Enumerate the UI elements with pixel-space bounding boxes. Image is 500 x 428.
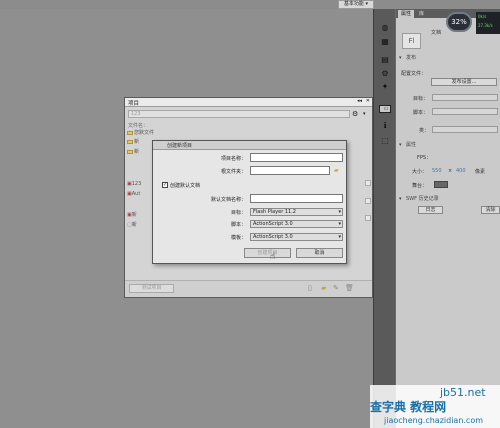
swf-history-header[interactable]: SWF 历史记录 xyxy=(396,196,500,203)
tree-item[interactable]: 您默文件 xyxy=(127,129,154,137)
watermark-site: jb51.net xyxy=(440,386,486,399)
column-checkbox[interactable] xyxy=(365,198,371,204)
delete-icon[interactable]: 🗑 xyxy=(345,284,354,292)
default-doc-name-label: 默认文档名称： xyxy=(210,197,246,203)
target-label: 目标： xyxy=(413,96,429,102)
class-label: 类： xyxy=(419,128,430,134)
tab-library[interactable]: 库 xyxy=(416,10,427,18)
default-doc-name-input[interactable] xyxy=(250,194,343,203)
root-folder-label: 根文件夹： xyxy=(220,169,246,175)
tree-item[interactable]: ▣Aut xyxy=(127,191,140,199)
new-folder-icon[interactable]: ▰ xyxy=(321,284,326,292)
project-panel-header: 项目 ◂◂ ✕ xyxy=(125,98,372,107)
upload-rate: 0k/s xyxy=(478,14,487,19)
panel-menu-icon[interactable]: ▾ xyxy=(363,111,366,117)
root-folder-input[interactable] xyxy=(250,166,330,175)
document-label: 文档 xyxy=(431,30,442,36)
publish-settings-button[interactable]: 发布设置... xyxy=(431,78,497,86)
download-rate: 27.3k/s xyxy=(478,23,493,28)
dialog-header: 创建新项目 xyxy=(153,141,346,150)
transform-icon[interactable]: ⬚ xyxy=(379,135,391,146)
browse-folder-icon[interactable]: ▰ xyxy=(334,167,342,174)
template-label: 模板： xyxy=(230,235,246,241)
new-file-icon[interactable]: ▯ xyxy=(308,284,312,292)
fps-label: FPS： xyxy=(417,155,432,161)
folder-icon xyxy=(127,149,133,154)
tree-item[interactable]: 新 xyxy=(127,138,139,146)
script-select[interactable]: ActionScript 3.0 ▾ xyxy=(250,220,343,228)
close-icon[interactable]: ✕ xyxy=(366,98,370,104)
stage-label: 舞台： xyxy=(412,183,428,189)
watermark-url: jiaocheng.chazidian.com xyxy=(384,416,484,425)
document-icon: Fl xyxy=(402,33,421,49)
clear-button[interactable]: 清除 xyxy=(481,206,500,214)
components-icon[interactable]: ⚙ xyxy=(379,68,391,79)
panel-tool-column: ◍ ▦ ▤ ⚙ ✦ ▭ ℹ ⬚ xyxy=(373,9,395,428)
test-project-button[interactable]: 测试项目 xyxy=(129,284,174,293)
column-checkbox[interactable] xyxy=(365,180,371,186)
script-select-label: 脚本： xyxy=(230,222,246,228)
folder-icon xyxy=(127,130,133,135)
script-field[interactable] xyxy=(432,108,498,115)
folder-icon xyxy=(127,139,133,144)
default-document-checkbox-label: 创建默认文档 xyxy=(170,183,201,189)
player-label: 目标： xyxy=(230,210,246,216)
speed-badge: 32% xyxy=(446,12,472,32)
log-button[interactable]: 日志 xyxy=(418,206,443,214)
edit-icon[interactable]: ✎ xyxy=(333,284,339,292)
tree-item[interactable]: ▢新 xyxy=(127,221,137,229)
size-label: 大小： xyxy=(412,169,428,175)
template-select[interactable]: ActionScript 3.0 ▾ xyxy=(250,233,343,241)
top-strip: 基本功能 ▾ xyxy=(0,0,500,9)
script-label: 脚本： xyxy=(413,110,429,116)
badge-value: 32 xyxy=(451,18,461,26)
create-project-dialog: 创建新项目 项目名称： 根文件夹： ▰ ✓ 创建默认文档 默认文档名称： 目标：… xyxy=(152,140,347,264)
net-stats: 0k/s 27.3k/s xyxy=(476,12,500,34)
project-panel-icon[interactable]: ▭ xyxy=(379,105,391,113)
target-field[interactable] xyxy=(432,94,498,101)
files-label: 文件名： xyxy=(128,123,149,129)
tree-item[interactable]: ▣新 xyxy=(127,211,137,219)
tree-item[interactable]: 新 xyxy=(127,148,139,156)
size-unit: 像素 xyxy=(475,169,486,175)
gear-icon[interactable]: ⚙ xyxy=(352,110,358,118)
info-icon[interactable]: ℹ xyxy=(379,120,391,131)
project-panel-footer: 测试项目 ▯ ▰ ✎ 🗑 xyxy=(125,280,372,297)
stage-color-swatch[interactable] xyxy=(434,181,448,188)
cancel-button[interactable]: 取消 xyxy=(296,248,343,258)
column-checkbox[interactable] xyxy=(365,215,371,221)
player-select[interactable]: Flash Player 11.2 ▾ xyxy=(250,208,343,216)
project-name-input[interactable] xyxy=(250,153,343,162)
chevron-down-icon: ▾ xyxy=(338,234,341,240)
mouse-pointer-icon: ☝ xyxy=(270,252,276,262)
class-field[interactable] xyxy=(432,126,498,133)
project-select[interactable]: 123 xyxy=(128,110,350,118)
properties-section-header[interactable]: 属性 xyxy=(396,142,500,149)
chevron-down-icon: ▾ xyxy=(338,209,341,215)
create-project-button[interactable]: 创建项目 xyxy=(244,248,291,258)
chevron-down-icon: ▾ xyxy=(338,221,341,227)
size-times: × xyxy=(448,168,453,174)
project-panel-title: 项目 xyxy=(128,101,140,107)
tree-item[interactable]: ▣123 xyxy=(127,181,141,189)
tab-properties[interactable]: 属性 xyxy=(398,10,415,18)
collapse-icon[interactable]: ◂◂ xyxy=(357,98,362,104)
swatches-icon[interactable]: ▦ xyxy=(379,36,391,47)
publish-section-header[interactable]: 发布 xyxy=(396,55,500,62)
watermark-brand: 查字典 教程网 xyxy=(370,400,447,414)
dialog-title: 创建新项目 xyxy=(167,143,193,149)
align-icon[interactable]: ▤ xyxy=(379,54,391,65)
project-name-label: 项目名称： xyxy=(220,156,246,162)
motion-presets-icon[interactable]: ✦ xyxy=(379,81,391,92)
default-document-checkbox[interactable]: ✓ xyxy=(162,182,168,188)
size-height[interactable]: 400 xyxy=(456,168,466,174)
profile-label: 配置文件： xyxy=(401,71,427,77)
size-width[interactable]: 550 xyxy=(432,168,442,174)
workspace-menu[interactable]: 基本功能 ▾ xyxy=(337,0,374,9)
color-icon[interactable]: ◍ xyxy=(379,22,391,33)
